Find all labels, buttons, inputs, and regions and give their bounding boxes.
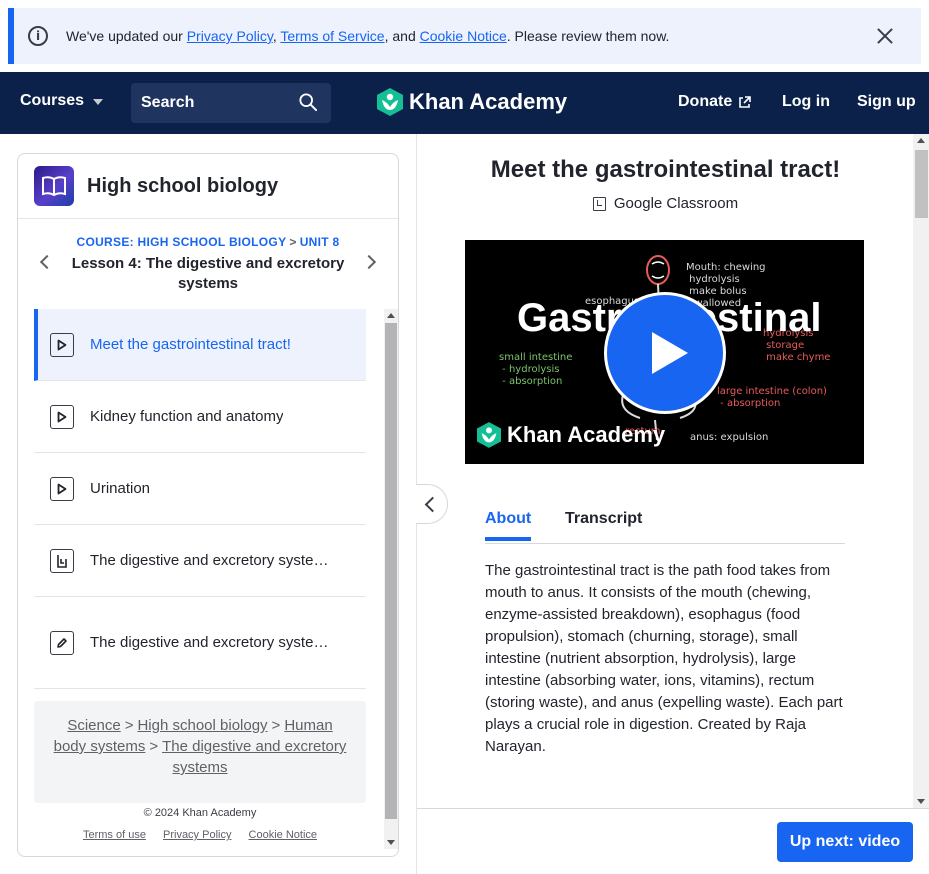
content-tabs: About Transcript bbox=[485, 510, 845, 544]
khan-leaf-icon bbox=[377, 88, 403, 116]
donate-label: Donate bbox=[678, 93, 733, 110]
lesson-title[interactable]: Lesson 4: The digestive and excretory sy… bbox=[58, 254, 358, 294]
sidebar-scrollbar[interactable] bbox=[384, 309, 398, 849]
pencil-icon bbox=[50, 630, 74, 655]
play-icon bbox=[50, 404, 74, 429]
course-header: High school biology bbox=[18, 154, 398, 219]
page-title: Meet the gastrointestinal tract! bbox=[490, 156, 841, 183]
breadcrumb-separator: > bbox=[271, 717, 281, 734]
donate-link[interactable]: Donate bbox=[678, 93, 752, 111]
footer-privacy-policy-link[interactable]: Privacy Policy bbox=[163, 829, 231, 841]
banner-message: We've updated our Privacy Policy, Terms … bbox=[66, 28, 669, 44]
search-icon bbox=[299, 93, 317, 111]
cookie-notice-link[interactable]: Cookie Notice bbox=[420, 28, 507, 44]
course-crumb-link[interactable]: COURSE: HIGH SCHOOL BIOLOGY bbox=[76, 235, 286, 249]
scroll-down-icon[interactable] bbox=[917, 799, 925, 804]
breadcrumb: Science > High school biology > Human body s… bbox=[34, 701, 366, 803]
google-classroom-button[interactable]: Google Classroom bbox=[417, 195, 914, 212]
next-lesson-icon[interactable] bbox=[361, 254, 377, 270]
footer-cookie-notice-link[interactable]: Cookie Notice bbox=[249, 829, 317, 841]
chalk-anus-label: anus: expulsion bbox=[690, 432, 769, 443]
scroll-up-icon[interactable] bbox=[387, 313, 395, 318]
list-item[interactable]: Urination bbox=[34, 453, 366, 525]
list-item[interactable]: The digestive and excretory systems bbox=[34, 597, 366, 689]
banner-text-suffix: . Please review them now. bbox=[506, 28, 670, 44]
info-icon: i bbox=[28, 26, 48, 46]
video-description: The gastrointestinal tract is the path f… bbox=[485, 562, 843, 755]
course-unit-breadcrumb: COURSE: HIGH SCHOOL BIOLOGY > UNIT 8 bbox=[18, 235, 398, 249]
banner-text-prefix: We've updated our bbox=[66, 28, 187, 44]
previous-lesson-icon[interactable] bbox=[39, 254, 55, 270]
main-content: Meet the gastrointestinal tract! Google … bbox=[416, 134, 929, 874]
search-label: Search bbox=[141, 94, 195, 111]
play-button[interactable] bbox=[604, 292, 726, 414]
khan-leaf-icon bbox=[477, 422, 501, 448]
breadcrumb-separator: > bbox=[149, 738, 159, 755]
breadcrumb-science[interactable]: Science bbox=[67, 717, 120, 734]
list-item[interactable]: Kidney function and anatomy bbox=[34, 381, 366, 453]
book-icon bbox=[34, 166, 74, 206]
terms-of-service-link[interactable]: Terms of Service bbox=[280, 28, 384, 44]
list-item[interactable]: Meet the gastrointestinal tract! bbox=[34, 309, 366, 381]
khan-academy-logo[interactable]: Khan Academy bbox=[377, 88, 567, 116]
lesson-navigator: COURSE: HIGH SCHOOL BIOLOGY > UNIT 8 Lesso… bbox=[18, 219, 398, 309]
privacy-policy-link[interactable]: Privacy Policy bbox=[187, 28, 273, 44]
close-banner-icon[interactable] bbox=[873, 24, 897, 48]
video-logo-text: Khan Academy bbox=[507, 422, 666, 447]
breadcrumb-digestive-excretory[interactable]: The digestive and excretory systems bbox=[162, 738, 346, 776]
main-scrollbar[interactable] bbox=[913, 134, 929, 808]
list-item-label: The digestive and excretory systems bbox=[90, 552, 330, 569]
video-khan-logo: Khan Academy bbox=[477, 422, 665, 448]
list-item-label: Urination bbox=[90, 480, 151, 497]
list-item-label: Meet the gastrointestinal tract! bbox=[90, 336, 291, 353]
lesson-content-list: Meet the gastrointestinal tract! Kidney … bbox=[34, 309, 398, 849]
top-navigation: Courses Search Khan Academy Donate Log i… bbox=[0, 72, 929, 134]
unit-crumb-link[interactable]: UNIT 8 bbox=[300, 235, 340, 249]
article-icon bbox=[50, 548, 74, 573]
chalk-small-intestine-label: small intestine - hydrolysis - absorptio… bbox=[499, 352, 573, 387]
play-icon bbox=[652, 332, 688, 374]
logo-text: Khan Academy bbox=[409, 89, 568, 114]
signup-link[interactable]: Sign up bbox=[857, 93, 916, 111]
external-link-icon bbox=[739, 95, 752, 108]
list-item[interactable]: The digestive and excretory systems bbox=[34, 525, 366, 597]
scroll-up-icon[interactable] bbox=[917, 138, 925, 143]
play-icon bbox=[50, 332, 74, 357]
list-item-label: Kidney function and anatomy bbox=[90, 408, 284, 425]
chalk-large-intestine-label: large intestine (colon) - absorption bbox=[717, 386, 827, 409]
google-classroom-label: Google Classroom bbox=[613, 195, 739, 212]
play-icon bbox=[50, 476, 74, 501]
google-classroom-icon bbox=[592, 196, 606, 211]
scroll-down-icon[interactable] bbox=[387, 840, 395, 845]
course-title[interactable]: High school biology bbox=[87, 175, 278, 198]
tab-about[interactable]: About bbox=[485, 510, 532, 541]
breadcrumb-high-school-biology[interactable]: High school biology bbox=[137, 717, 267, 734]
courses-menu-button[interactable]: Courses bbox=[20, 92, 104, 110]
collapse-sidebar-button[interactable] bbox=[416, 484, 448, 524]
banner-text-and: , and bbox=[384, 28, 420, 44]
tab-transcript[interactable]: Transcript bbox=[565, 510, 642, 537]
terms-of-use-link[interactable]: Terms of use bbox=[83, 829, 146, 841]
up-next-button[interactable]: Up next: video bbox=[777, 822, 913, 862]
policy-update-banner: i We've updated our Privacy Policy, Term… bbox=[8, 8, 921, 64]
scrollbar-thumb[interactable] bbox=[915, 150, 928, 218]
course-sidebar: High school biology COURSE: HIGH SCHOOL … bbox=[17, 153, 399, 857]
chevron-down-icon bbox=[93, 99, 104, 105]
breadcrumb-separator: > bbox=[124, 717, 134, 734]
copyright: © 2024 Khan Academy bbox=[143, 807, 257, 819]
list-item-label: The digestive and excretory systems bbox=[90, 634, 330, 651]
bottom-bar: Up next: video bbox=[417, 808, 929, 874]
video-player[interactable]: Mouth: chewing hydrolysis make bolus swa… bbox=[465, 240, 864, 464]
footer-links: Terms of use Privacy Policy Cookie Notic… bbox=[34, 829, 366, 841]
login-link[interactable]: Log in bbox=[782, 93, 830, 111]
crumb-separator: > bbox=[289, 235, 297, 249]
search-box[interactable]: Search bbox=[131, 83, 331, 123]
courses-label: Courses bbox=[20, 92, 85, 109]
scrollbar-thumb[interactable] bbox=[385, 323, 397, 819]
